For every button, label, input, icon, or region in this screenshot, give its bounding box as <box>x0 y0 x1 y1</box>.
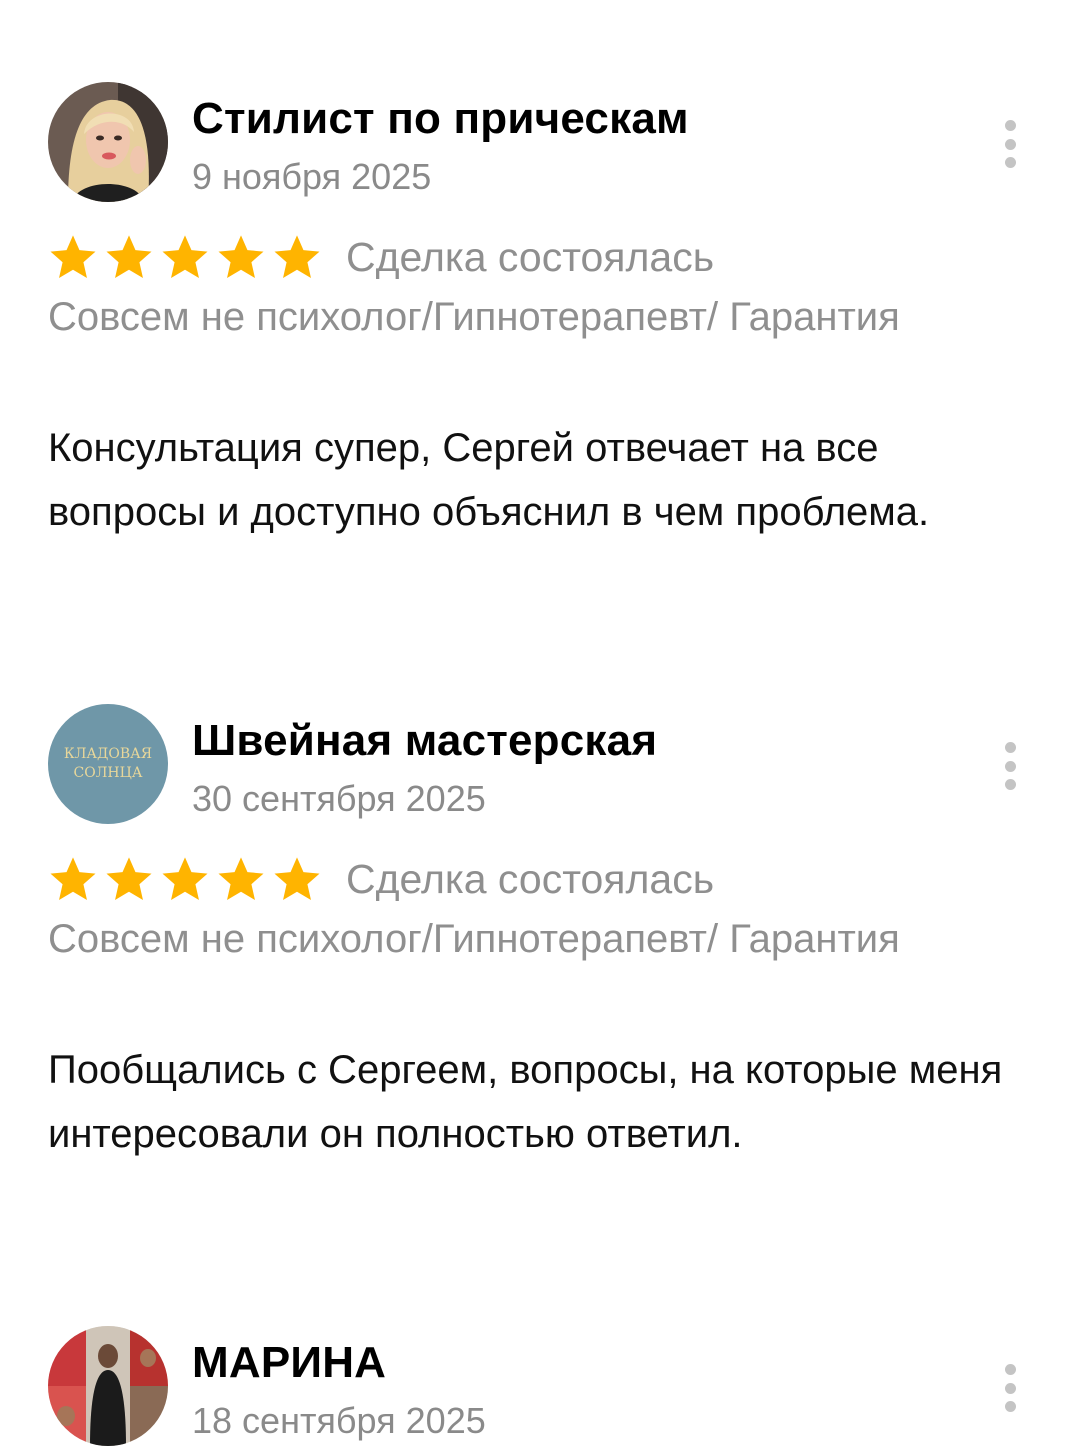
star-icon <box>106 235 152 279</box>
avatar-photo-icon <box>48 82 168 202</box>
reviewer-name[interactable]: МАРИНА <box>192 1338 386 1388</box>
reviewer-avatar[interactable]: КЛАДОВАЯ СОЛНЦА <box>48 704 168 824</box>
star-icon <box>106 857 152 901</box>
dot-icon <box>1004 1401 1016 1412</box>
avatar-photo-icon <box>48 1326 168 1446</box>
review-header: Стилист по прическам 9 ноября 2025 <box>48 82 1038 204</box>
review-card: МАРИНА 18 сентября 2025 <box>48 1326 1038 1448</box>
star-icon <box>274 857 320 901</box>
dot-icon <box>1004 742 1016 753</box>
more-options-button[interactable] <box>990 742 1030 790</box>
more-options-button[interactable] <box>990 1364 1030 1412</box>
review-text: Консультация супер, Сергей отвечает на в… <box>48 426 930 534</box>
shop-logo-icon: КЛАДОВАЯ СОЛНЦА <box>48 704 168 824</box>
review-header: МАРИНА 18 сентября 2025 <box>48 1326 1038 1448</box>
review-date: 30 сентября 2025 <box>192 778 486 819</box>
avatar-logo-line: СОЛНЦА <box>74 765 143 781</box>
service-title[interactable]: Совсем не психолог/Гипнотерапевт/ Гарант… <box>48 909 908 970</box>
star-icon <box>162 857 208 901</box>
reviewer-avatar[interactable] <box>48 1326 168 1446</box>
reviewer-name[interactable]: Швейная мастерская <box>192 716 657 766</box>
rating-row: Сделка состоялась <box>48 232 714 282</box>
service-title[interactable]: Совсем не психолог/Гипнотерапевт/ Гарант… <box>48 287 908 348</box>
reviewer-name[interactable]: Стилист по прическам <box>192 94 689 144</box>
dot-icon <box>1004 157 1016 168</box>
dot-icon <box>1004 779 1016 790</box>
deal-status: Сделка состоялась <box>346 233 715 280</box>
star-rating <box>48 232 328 282</box>
review-text: Пообщались с Сергеем, вопросы, на которы… <box>48 1048 1003 1156</box>
star-icon <box>162 235 208 279</box>
star-icon <box>50 857 96 901</box>
reviewer-avatar[interactable] <box>48 82 168 202</box>
star-rating <box>48 854 328 904</box>
deal-status: Сделка состоялась <box>346 855 715 902</box>
review-card: КЛАДОВАЯ СОЛНЦА Швейная мастерская 30 се… <box>48 704 1038 1156</box>
dot-icon <box>1004 138 1016 150</box>
rating-row: Сделка состоялась <box>48 854 714 904</box>
star-icon <box>274 235 320 279</box>
dot-icon <box>1004 1364 1016 1375</box>
review-date: 18 сентября 2025 <box>192 1400 486 1441</box>
review-header: КЛАДОВАЯ СОЛНЦА Швейная мастерская 30 се… <box>48 704 1038 826</box>
dot-icon <box>1004 120 1016 131</box>
dot-icon <box>1004 760 1016 772</box>
star-icon <box>50 235 96 279</box>
review-card: Стилист по прическам 9 ноября 2025 Сделк… <box>48 82 1038 534</box>
star-icon <box>218 235 264 279</box>
star-icon <box>218 857 264 901</box>
review-date: 9 ноября 2025 <box>192 156 432 197</box>
more-options-button[interactable] <box>990 120 1030 168</box>
avatar-logo-line: КЛАДОВАЯ <box>64 746 152 762</box>
dot-icon <box>1004 1382 1016 1394</box>
